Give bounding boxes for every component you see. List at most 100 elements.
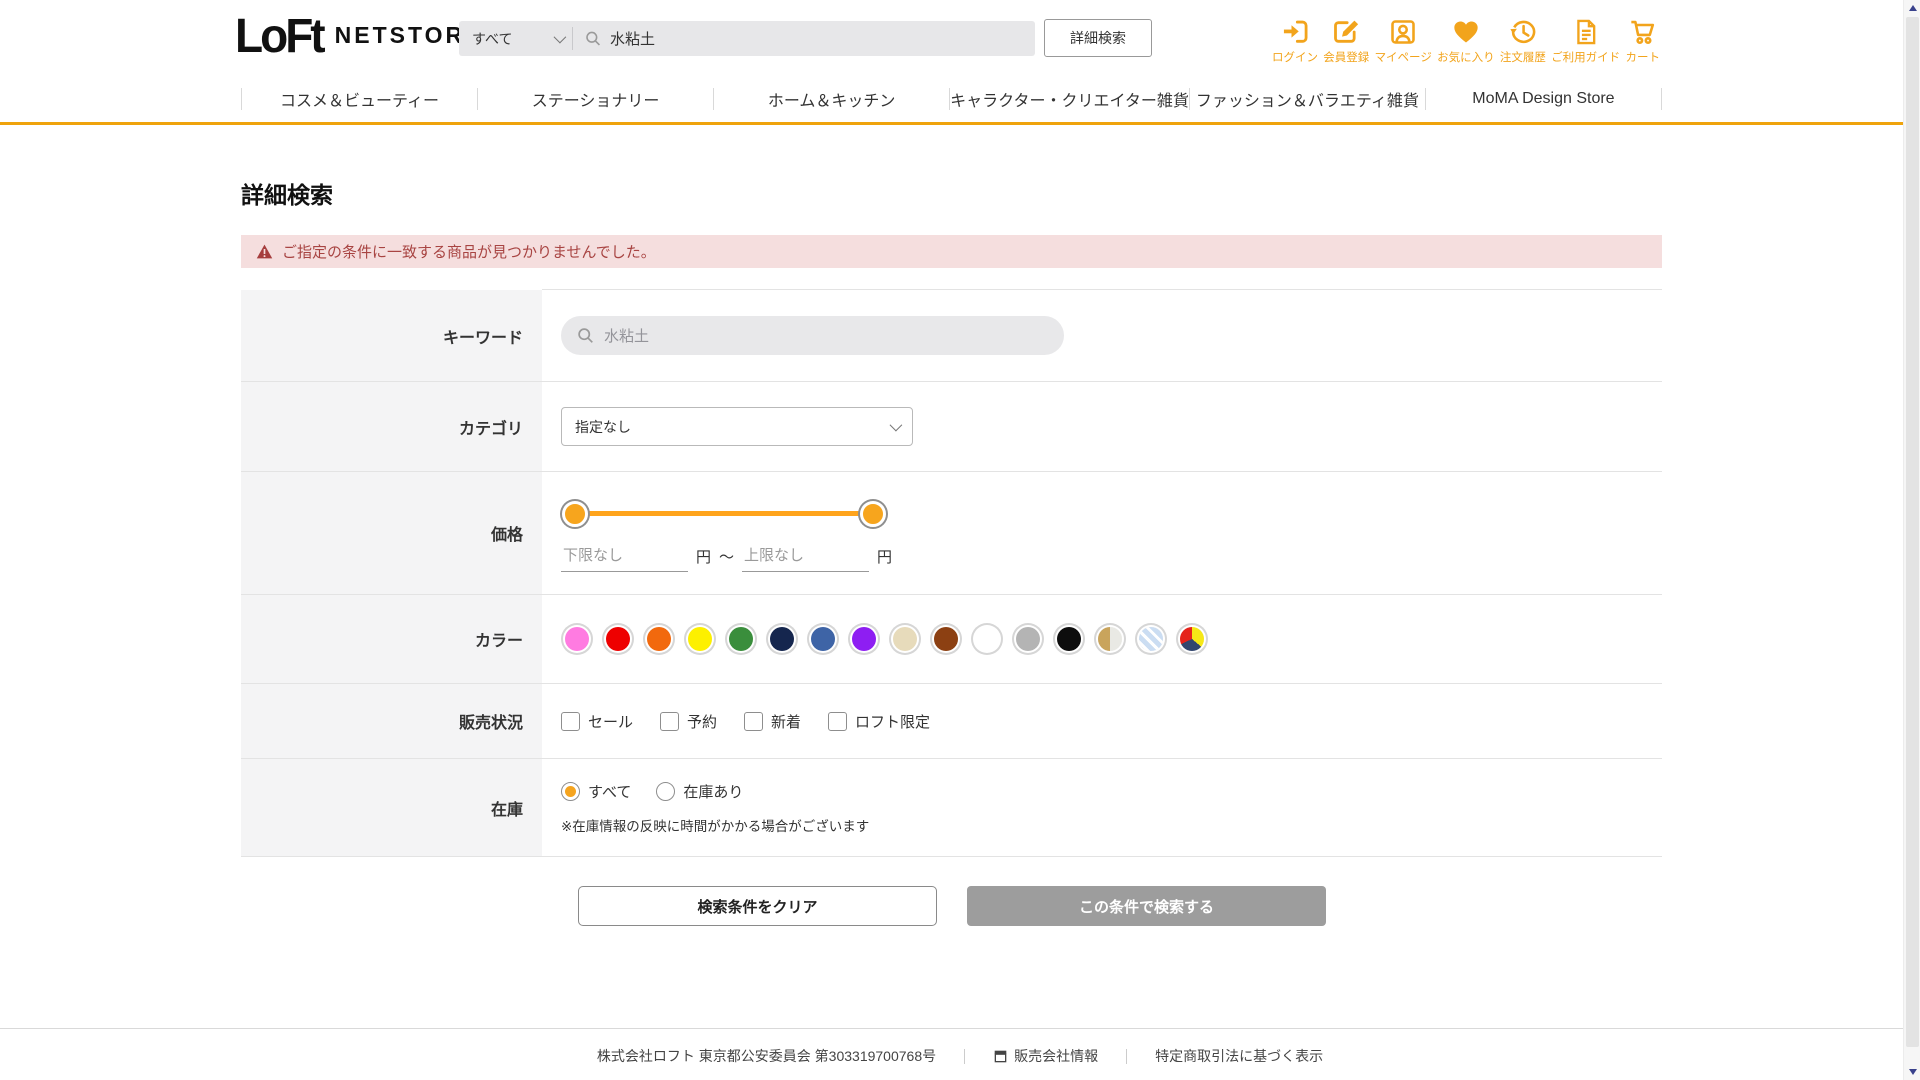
commerce-law-label: 特定商取引法に基づく表示: [1155, 1048, 1324, 1064]
nav-item-moma[interactable]: MoMA Design Store: [1426, 90, 1661, 108]
category-row: カテゴリ 指定なし: [241, 381, 1662, 471]
seller-info-link[interactable]: 販売会社情報: [993, 1046, 1098, 1066]
scrollbar-up-arrow[interactable]: [1904, 0, 1920, 16]
header-search-input[interactable]: [610, 30, 1023, 47]
radio-icon: [561, 781, 580, 801]
color-swatch-yellow[interactable]: [688, 627, 712, 651]
checkbox-reservation-label: 予約: [687, 713, 718, 731]
scrollbar-down-arrow[interactable]: [1904, 1064, 1920, 1080]
checkbox-sale[interactable]: セール: [561, 711, 633, 732]
scrollbar-thumb[interactable]: [1906, 17, 1919, 1047]
nav-divider: [1660, 88, 1662, 110]
nav-item-character-goods[interactable]: キャラクター・クリエイター雑貨: [950, 87, 1189, 111]
footer-divider: [964, 1048, 966, 1064]
cart-link[interactable]: カート: [1625, 18, 1660, 65]
color-swatch-black[interactable]: [1057, 627, 1081, 651]
nav-item-stationery[interactable]: ステーショナリー: [478, 87, 713, 111]
order-history-link[interactable]: 注文履歴: [1500, 18, 1546, 65]
color-swatches: [561, 623, 1662, 655]
color-swatch-purple[interactable]: [852, 627, 876, 651]
advanced-search-form: キーワード 水粘土 カテゴリ 指定なし 価格 下限なし 円 ～ 上限なし 円 カ…: [241, 289, 1662, 857]
checkbox-icon: [660, 711, 680, 731]
checkbox-icon: [828, 711, 848, 731]
detail-search-button[interactable]: 詳細検索: [1044, 19, 1152, 57]
category-selected-value: 指定なし: [575, 418, 631, 435]
guide-label: ご利用ガイド: [1551, 52, 1621, 64]
main-nav: コスメ＆ビューティー ステーショナリー ホーム＆キッチン キャラクター・クリエイ…: [0, 76, 1920, 125]
checkbox-sale-label: セール: [588, 713, 634, 731]
stock-row: 在庫 すべて 在庫あり ※在庫情報の反映に時間がかかる場合がございます: [241, 758, 1662, 857]
radio-stock-available[interactable]: 在庫あり: [656, 781, 743, 802]
price-separator: ～: [719, 548, 735, 566]
radio-stock-all-label: すべて: [588, 783, 632, 801]
color-swatch-gold-silver[interactable]: [1098, 627, 1122, 651]
login-link[interactable]: ログイン: [1272, 18, 1318, 65]
mypage-link[interactable]: マイページ: [1375, 18, 1432, 65]
color-swatch-white[interactable]: [975, 627, 999, 651]
checkbox-loft-limited[interactable]: ロフト限定: [828, 711, 930, 732]
no-results-alert: ご指定の条件に一致する商品が見つかりませんでした。: [241, 235, 1662, 268]
price-slider-min-handle[interactable]: [562, 500, 588, 527]
nav-item-cosmetics[interactable]: コスメ＆ビューティー: [242, 87, 477, 111]
price-unit-min: 円: [696, 548, 712, 566]
loft-logo[interactable]: LoFt NETSTORE: [235, 11, 483, 59]
sales-status-options: セール 予約 新着 ロフト限定: [561, 711, 1662, 732]
color-row: カラー: [241, 594, 1662, 683]
heart-icon: [1454, 21, 1478, 43]
price-min-input[interactable]: [561, 546, 688, 572]
search-category-select[interactable]: すべて: [459, 21, 572, 56]
checkbox-icon: [744, 711, 764, 731]
nav-item-fashion-variety[interactable]: ファッション＆バラエティ雑貨: [1190, 87, 1425, 111]
favorites-link[interactable]: お気に入り: [1437, 18, 1495, 65]
checkbox-new[interactable]: 新着: [744, 711, 801, 732]
checkbox-loft-limited-label: ロフト限定: [855, 713, 931, 731]
commerce-law-link[interactable]: 特定商取引法に基づく表示: [1155, 1046, 1323, 1066]
color-swatch-pink[interactable]: [565, 627, 589, 651]
radio-stock-available-label: 在庫あり: [683, 783, 744, 801]
color-swatch-green[interactable]: [729, 627, 753, 651]
price-slider-max-handle[interactable]: [860, 500, 886, 527]
register-icon: [1334, 20, 1359, 43]
footer-company-text: 株式会社ロフト 東京都公安委員会 第303319700768号: [596, 1048, 937, 1064]
store-icon: [994, 1050, 1007, 1062]
cart-icon: [1631, 20, 1654, 45]
price-max-input[interactable]: [742, 546, 870, 572]
chevron-down-icon: [889, 418, 903, 432]
checkbox-reservation[interactable]: 予約: [660, 711, 717, 732]
category-select[interactable]: 指定なし: [561, 407, 913, 446]
color-swatch-blue[interactable]: [811, 627, 835, 651]
radio-stock-all[interactable]: すべて: [561, 781, 631, 802]
color-swatch-gray[interactable]: [1016, 627, 1040, 651]
clock-history-icon: [1510, 20, 1536, 44]
header-search-bar: すべて: [459, 21, 1035, 56]
color-swatch-clear[interactable]: [1139, 627, 1163, 651]
footer-divider: [1126, 1048, 1128, 1064]
form-actions: 検索条件をクリア この条件で検索する: [241, 886, 1662, 926]
color-swatch-multicolor[interactable]: [1180, 627, 1204, 651]
color-swatch-brown[interactable]: [934, 627, 958, 651]
checkbox-icon: [561, 711, 580, 731]
nav-item-home-kitchen[interactable]: ホーム＆キッチン: [714, 87, 949, 111]
search-with-conditions-button[interactable]: この条件で検索する: [967, 886, 1326, 926]
seller-info-label: 販売会社情報: [1014, 1048, 1099, 1064]
stock-label: 在庫: [241, 759, 542, 856]
loft-netstore-advanced-search-page: LoFt NETSTORE すべて 詳細検索 ログイン: [0, 0, 1920, 1080]
search-input-wrap: [573, 21, 1035, 56]
color-swatch-beige[interactable]: [893, 627, 917, 651]
search-category-value: すべて: [472, 30, 513, 47]
color-swatch-orange[interactable]: [647, 627, 671, 651]
sales-status-label: 販売状況: [241, 684, 542, 758]
clear-conditions-button[interactable]: 検索条件をクリア: [578, 886, 937, 926]
vertical-scrollbar[interactable]: [1903, 0, 1920, 1080]
color-swatch-navy[interactable]: [770, 627, 794, 651]
mypage-label: マイページ: [1374, 52, 1432, 64]
keyword-label: キーワード: [241, 290, 542, 381]
sales-status-row: 販売状況 セール 予約 新着 ロフト限定: [241, 683, 1662, 758]
color-swatch-red[interactable]: [606, 627, 630, 651]
keyword-row: キーワード 水粘土: [241, 289, 1662, 381]
register-label: 会員登録: [1323, 52, 1370, 64]
keyword-input[interactable]: 水粘土: [561, 316, 1064, 355]
guide-link[interactable]: ご利用ガイド: [1551, 18, 1620, 65]
register-link[interactable]: 会員登録: [1323, 18, 1369, 65]
radio-icon: [656, 781, 676, 801]
